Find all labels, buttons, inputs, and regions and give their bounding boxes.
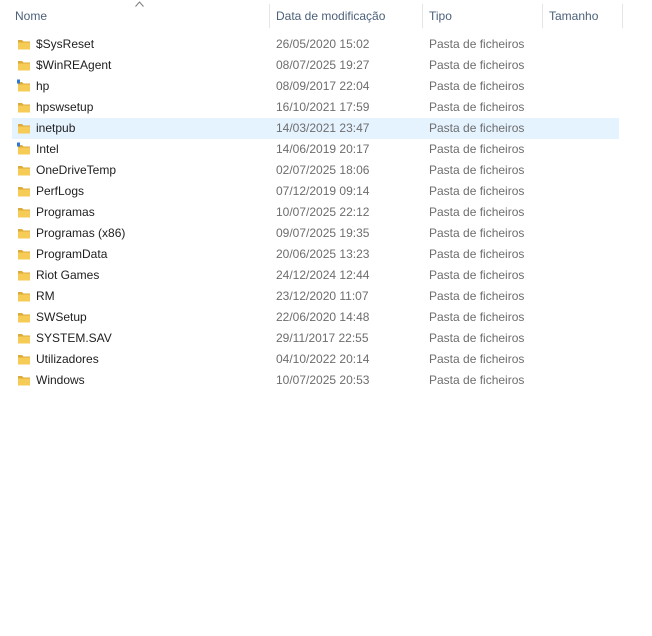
file-row[interactable]: Riot Games 24/12/2024 12:44 Pasta de fiche… xyxy=(12,265,619,286)
file-modified-date: 07/12/2019 09:14 xyxy=(276,184,370,198)
file-row[interactable]: SWSetup 22/06/2020 14:48 Pasta de ficheiro… xyxy=(12,307,619,328)
column-header-name[interactable]: Nome xyxy=(9,0,269,32)
file-modified-date: 14/06/2019 20:17 xyxy=(276,142,370,156)
file-type: Pasta de ficheiros xyxy=(429,352,525,366)
file-modified-date: 08/07/2025 19:27 xyxy=(276,58,370,72)
file-modified-date: 04/10/2022 20:14 xyxy=(276,352,370,366)
file-size xyxy=(549,97,619,118)
file-size xyxy=(549,55,619,76)
file-modified-date: 14/03/2021 23:47 xyxy=(276,121,370,135)
file-row[interactable]: PerfLogs 07/12/2019 09:14 Pasta de ficheir… xyxy=(12,181,619,202)
file-name: Windows xyxy=(36,373,85,387)
file-modified-date: 10/07/2025 22:12 xyxy=(276,205,370,219)
column-header-size[interactable]: Tamanho xyxy=(543,0,622,32)
file-name: SYSTEM.SAV xyxy=(36,331,112,345)
file-size xyxy=(549,34,619,55)
file-size xyxy=(549,76,619,97)
file-row[interactable]: Programas (x86) 09/07/2025 19:35 Pasta de … xyxy=(12,223,619,244)
file-type: Pasta de ficheiros xyxy=(429,310,525,324)
file-name: PerfLogs xyxy=(36,184,85,198)
file-modified-date: 23/12/2020 11:07 xyxy=(276,289,369,303)
file-row[interactable]: RM 23/12/2020 11:07 Pasta de ficheiros xyxy=(12,286,619,307)
file-size xyxy=(549,244,619,265)
file-type: Pasta de ficheiros xyxy=(429,37,525,51)
column-header-bar: Nome Data de modificação Tipo Tamanho xyxy=(0,0,652,32)
file-modified-date: 24/12/2024 12:44 xyxy=(276,268,370,282)
file-size xyxy=(549,307,619,328)
file-list-view: Nome Data de modificação Tipo Tamanho $S… xyxy=(0,0,652,636)
file-type: Pasta de ficheiros xyxy=(429,58,525,72)
file-type: Pasta de ficheiros xyxy=(429,205,525,219)
file-name: inetpub xyxy=(36,121,76,135)
file-type: Pasta de ficheiros xyxy=(429,289,525,303)
file-size xyxy=(549,349,619,370)
file-size xyxy=(549,160,619,181)
file-type: Pasta de ficheiros xyxy=(429,373,525,387)
file-row[interactable]: $WinREAgent 08/07/2025 19:27 Pasta de fich… xyxy=(12,55,619,76)
file-modified-date: 22/06/2020 14:48 xyxy=(276,310,370,324)
file-modified-date: 26/05/2020 15:02 xyxy=(276,37,370,51)
file-name: ProgramData xyxy=(36,247,108,261)
file-size xyxy=(549,370,619,391)
column-header-type[interactable]: Tipo xyxy=(423,0,542,32)
file-name: Programas (x86) xyxy=(36,226,126,240)
file-type: Pasta de ficheiros xyxy=(429,268,525,282)
file-type: Pasta de ficheiros xyxy=(429,100,525,114)
file-name: hpswsetup xyxy=(36,100,94,114)
file-row[interactable]: Windows 10/07/2025 20:53 Pasta de ficheiro… xyxy=(12,370,619,391)
file-row[interactable]: SYSTEM.SAV 29/11/2017 22:55 Pasta de fiche… xyxy=(12,328,619,349)
file-modified-date: 10/07/2025 20:53 xyxy=(276,373,370,387)
file-type: Pasta de ficheiros xyxy=(429,247,525,261)
file-name: Utilizadores xyxy=(36,352,99,366)
file-type: Pasta de ficheiros xyxy=(429,226,525,240)
file-row[interactable]: hp 08/09/2017 22:04 Pasta de ficheiros xyxy=(12,76,619,97)
file-row[interactable]: Programas 10/07/2025 22:12 Pasta de fichei… xyxy=(12,202,619,223)
file-row[interactable]: $SysReset 26/05/2020 15:02 Pasta de fichei… xyxy=(12,34,619,55)
file-size xyxy=(549,223,619,244)
file-type: Pasta de ficheiros xyxy=(429,142,525,156)
file-row[interactable]: hpswsetup 16/10/2021 17:59 Pasta de fichei… xyxy=(12,97,619,118)
file-size xyxy=(549,286,619,307)
file-row[interactable]: Utilizadores 04/10/2022 20:14 Pasta de fic… xyxy=(12,349,619,370)
file-name: Programas xyxy=(36,205,95,219)
file-modified-date: 09/07/2025 19:35 xyxy=(276,226,370,240)
file-modified-date: 16/10/2021 17:59 xyxy=(276,100,370,114)
file-name: $SysReset xyxy=(36,37,95,51)
column-separator[interactable] xyxy=(622,4,623,28)
file-name: OneDriveTemp xyxy=(36,163,117,177)
file-type: Pasta de ficheiros xyxy=(429,79,525,93)
file-modified-date: 20/06/2025 13:23 xyxy=(276,247,370,261)
file-row[interactable]: inetpub 14/03/2021 23:47 Pasta de ficheiro… xyxy=(12,118,619,139)
file-size xyxy=(549,265,619,286)
file-name: $WinREAgent xyxy=(36,58,112,72)
file-name: RM xyxy=(36,289,55,303)
file-modified-date: 02/07/2025 18:06 xyxy=(276,163,370,177)
file-size xyxy=(549,202,619,223)
file-name: Riot Games xyxy=(36,268,100,282)
file-name: hp xyxy=(36,79,50,93)
file-row[interactable]: Intel 14/06/2019 20:17 Pasta de ficheiros xyxy=(12,139,619,160)
file-type: Pasta de ficheiros xyxy=(429,121,525,135)
file-type: Pasta de ficheiros xyxy=(429,163,525,177)
file-name: SWSetup xyxy=(36,310,87,324)
file-size xyxy=(549,181,619,202)
file-row[interactable]: ProgramData 20/06/2025 13:23 Pasta de fich… xyxy=(12,244,619,265)
file-type: Pasta de ficheiros xyxy=(429,184,525,198)
file-size xyxy=(549,328,619,349)
file-modified-date: 08/09/2017 22:04 xyxy=(276,79,370,93)
file-name: Intel xyxy=(36,142,59,156)
file-row[interactable]: OneDriveTemp 02/07/2025 18:06 Pasta de fic… xyxy=(12,160,619,181)
column-header-date[interactable]: Data de modificação xyxy=(270,0,422,32)
file-size xyxy=(549,139,619,160)
file-size xyxy=(549,118,619,139)
file-modified-date: 29/11/2017 22:55 xyxy=(276,331,369,345)
file-type: Pasta de ficheiros xyxy=(429,331,525,345)
